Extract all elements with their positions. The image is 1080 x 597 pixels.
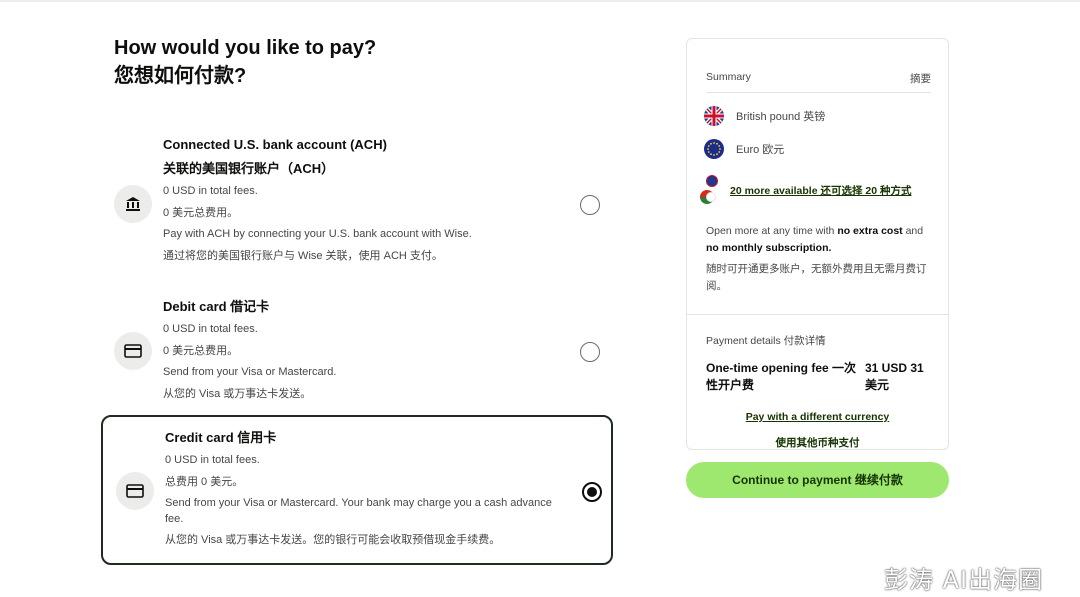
opening-fee-value: 31 USD 31 美元 [865,361,924,392]
more-currencies-row[interactable]: 20 more available 还可选择 20 种方式 [700,175,911,205]
different-currency-link[interactable]: Pay with a different currency [687,411,948,423]
watermark: 彭涛 AI出海圈 [884,566,1044,594]
info-text-zh: 随时可开通更多账户，无额外费用且无需月费订阅。 [706,263,927,292]
info-bold: no extra cost [837,225,903,237]
option-fees: 0 USD in total fees. [163,323,258,335]
ach-radio[interactable] [580,195,600,215]
option-description: Send from your Visa or Mastercard. [163,366,337,378]
info-text: and [902,225,924,237]
card-icon [114,332,152,370]
option-title: Credit card 信用卡 [165,430,277,445]
opening-fee-label: One-time opening fee 一次性开户费 [706,361,857,392]
uk-flag-icon [704,106,724,126]
summary-heading-en: Summary [706,71,751,83]
option-description-zh: 从您的 Visa 或万事达卡发送。您的银行可能会收取预借现金手续费。 [165,534,501,546]
payment-details-heading: Payment details 付款详情 [706,335,826,347]
option-description-zh: 从您的 Visa 或万事达卡发送。 [163,387,312,400]
debit-card-radio[interactable] [580,342,600,362]
page-title: How would you like to pay? 您想如何付款? [114,34,376,90]
option-fees-zh: 0 美元总费用。 [163,344,239,357]
payment-option-credit-card[interactable]: Credit card 信用卡 0 USD in total fees. 总费用… [101,415,613,565]
currency-label: Euro 欧元 [736,144,785,156]
option-fees-zh: 0 美元总费用。 [163,206,239,219]
more-currencies-link[interactable]: 20 more available 还可选择 20 种方式 [730,183,911,198]
option-title: Debit card 借记卡 [163,299,270,314]
bank-icon [114,185,152,223]
credit-card-radio[interactable] [582,482,602,502]
option-title-zh: 关联的美国银行账户（ACH） [163,161,335,176]
option-description: Send from your Visa or Mastercard. Your … [165,497,552,525]
option-title: Connected U.S. bank account (ACH) [163,137,387,152]
summary-heading-zh: 摘要 [910,73,931,85]
option-description: Pay with ACH by connecting your U.S. ban… [163,228,472,240]
option-description-zh: 通过将您的美国银行账户与 Wise 关联，使用 ACH 支付。 [163,249,443,262]
panel-divider [687,314,948,315]
payment-option-ach[interactable]: Connected U.S. bank account (ACH) 关联的美国银… [101,130,613,278]
currency-row-eur: Euro 欧元 [704,138,784,160]
currency-label: British pound 英镑 [736,111,826,123]
summary-heading: Summary 摘要 [706,71,931,93]
option-fees-zh: 总费用 0 美元。 [165,475,244,488]
currency-row-gbp: British pound 英镑 [704,105,825,127]
card-icon [116,472,154,510]
summary-info: Open more at any time with no extra cost… [706,223,936,299]
summary-panel: Summary 摘要 British pound 英镑 Euro 欧元 20 m… [686,38,949,450]
option-fees: 0 USD in total fees. [165,454,260,466]
info-bold: no monthly subscription. [706,242,832,254]
option-fees: 0 USD in total fees. [163,185,258,197]
page-title-zh: 您想如何付款? [114,65,247,87]
continue-to-payment-button[interactable]: Continue to payment 继续付款 [686,462,949,498]
payment-option-debit-card[interactable]: Debit card 借记卡 0 USD in total fees. 0 美元… [101,294,613,406]
page-title-en: How would you like to pay? [114,37,377,59]
info-text: Open more at any time with [706,225,838,237]
top-divider [0,0,1080,2]
eu-flag-icon [704,139,724,159]
more-flags-icon [700,175,720,205]
different-currency-link-zh[interactable]: 使用其他币种支付 [687,435,948,450]
